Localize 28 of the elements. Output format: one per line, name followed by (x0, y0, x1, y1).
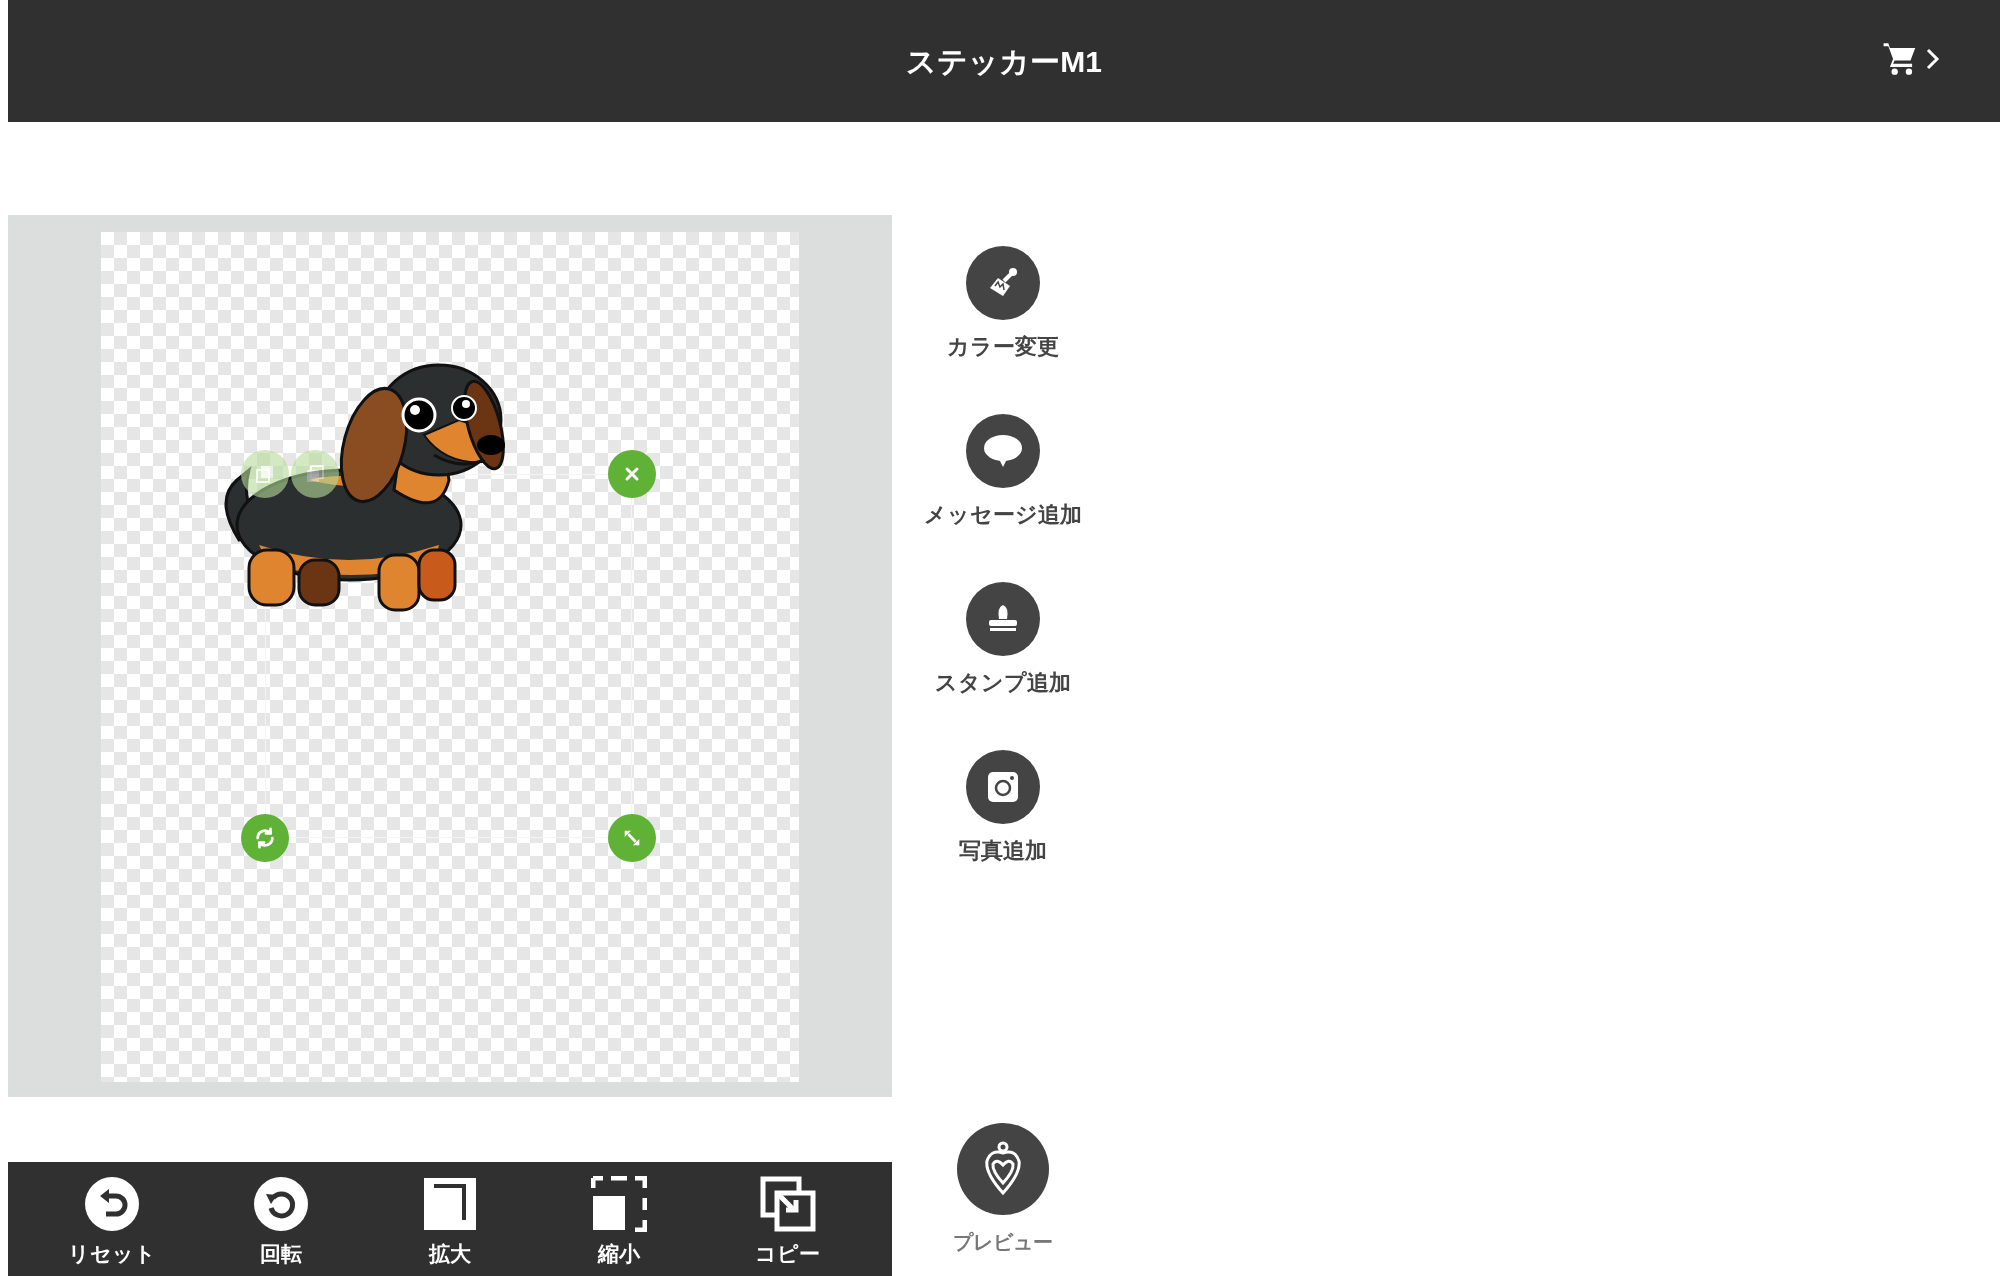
rotate-icon (254, 827, 276, 849)
toolbar-button[interactable]: 縮小 (558, 1176, 679, 1270)
tool-button[interactable]: スタンプ追加 (935, 582, 1071, 750)
speech-bubble-icon (983, 433, 1023, 469)
copy-icon (759, 1176, 816, 1232)
preview-button[interactable]: プレビュー (953, 1123, 1053, 1257)
tool-button[interactable]: カラー変更 (947, 246, 1059, 414)
cart-button[interactable] (1882, 40, 1940, 78)
rotate-handle[interactable] (241, 814, 289, 862)
chevron-right-icon (1926, 48, 1940, 70)
resize-handle[interactable] (608, 814, 656, 862)
layer-down-icon (305, 464, 325, 484)
toolbar-button[interactable]: コピー (727, 1176, 848, 1270)
tool-button[interactable]: 写真追加 (959, 750, 1047, 918)
camera-icon (986, 770, 1020, 804)
enlarge-icon (422, 1176, 478, 1232)
transparent-canvas[interactable] (101, 232, 799, 1082)
close-icon (624, 466, 640, 482)
toolbar-button[interactable]: 拡大 (390, 1176, 510, 1270)
layer-up-icon (255, 464, 275, 484)
shrink-icon (590, 1176, 647, 1232)
rotate-icon (253, 1176, 310, 1232)
delete-handle[interactable] (608, 450, 656, 498)
toolbar-button[interactable]: 回転 (221, 1176, 342, 1270)
tool-button[interactable]: メッセージ追加 (924, 414, 1082, 582)
undo-icon (84, 1176, 141, 1232)
page-title: ステッカーM1 (906, 43, 1102, 80)
toolbar-button[interactable]: リセット (52, 1176, 173, 1270)
